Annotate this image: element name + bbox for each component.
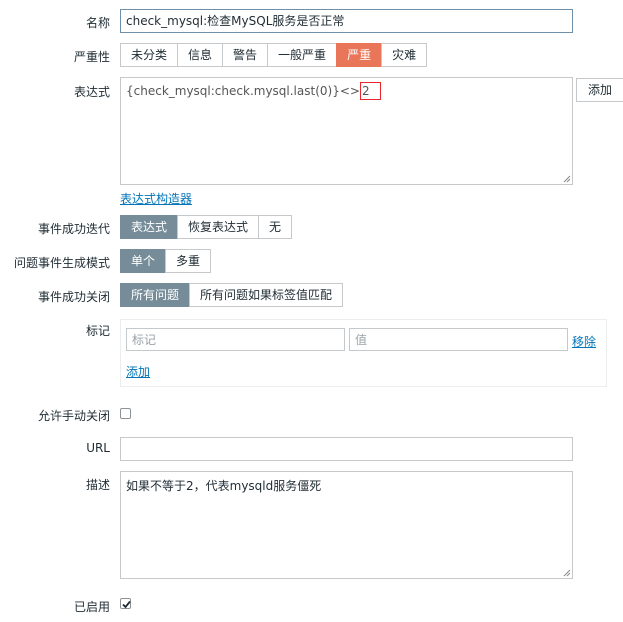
ok-close-tag-match-button[interactable]: 所有问题如果标签值匹配 [189,283,344,307]
severity-high-button[interactable]: 严重 [336,43,383,67]
resize-grip-icon[interactable] [563,175,571,183]
manual-close-label: 允许手动关闭 [37,409,110,423]
problem-mode-selector: 单个 多重 [120,249,212,273]
ok-close-all-problems-button[interactable]: 所有问题 [120,283,191,307]
tag-value-input[interactable]: 值 [349,328,568,351]
ok-close-label: 事件成功关闭 [37,290,110,304]
enabled-label: 已启用 [73,600,110,614]
severity-warning-button[interactable]: 警告 [222,43,269,67]
name-input[interactable]: check_mysql:检查MySQL服务是否正常 [120,9,573,33]
ok-event-label: 事件成功迭代 [37,222,110,236]
resize-grip-icon[interactable] [563,569,571,577]
problem-mode-label: 问题事件生成模式 [13,256,110,270]
severity-not-classified-button[interactable]: 未分类 [120,43,179,67]
tags-panel: 标记 值 移除 添加 [120,319,607,387]
manual-close-checkbox[interactable] [120,408,131,419]
tag-remove-link[interactable]: 移除 [572,333,596,350]
expression-add-button[interactable]: 添加 [576,78,623,102]
tag-add-link[interactable]: 添加 [126,363,150,380]
severity-information-button[interactable]: 信息 [177,43,224,67]
name-label: 名称 [85,16,110,30]
expression-text: {check_mysql:check.mysql.last(0)}<> [126,84,360,98]
problem-mode-multiple-button[interactable]: 多重 [165,249,212,273]
enabled-checkbox[interactable] [120,598,131,609]
problem-mode-single-button[interactable]: 单个 [120,249,167,273]
checkmark-icon [122,600,131,609]
severity-disaster-button[interactable]: 灾难 [381,43,428,67]
url-label: URL [86,441,110,455]
severity-selector: 未分类 信息 警告 一般严重 严重 灾难 [120,43,428,67]
tag-name-input[interactable]: 标记 [126,328,345,351]
description-text: 如果不等于2，代表mysqld服务僵死 [126,479,322,493]
expression-textarea[interactable]: {check_mysql:check.mysql.last(0)}<> 2 [120,77,573,185]
severity-label: 严重性 [73,50,110,64]
description-label: 描述 [85,478,110,492]
ok-event-none-button[interactable]: 无 [258,215,293,239]
ok-event-recovery-expression-button[interactable]: 恢复表达式 [177,215,260,239]
description-textarea[interactable]: 如果不等于2，代表mysqld服务僵死 [120,471,573,579]
url-input[interactable] [120,437,573,461]
expression-highlight: 2 [359,82,381,100]
ok-event-expression-button[interactable]: 表达式 [120,215,179,239]
expression-label: 表达式 [73,85,110,99]
ok-close-selector: 所有问题 所有问题如果标签值匹配 [120,283,344,307]
ok-event-selector: 表达式 恢复表达式 无 [120,215,293,239]
expression-constructor-link[interactable]: 表达式构造器 [120,190,192,207]
severity-average-button[interactable]: 一般严重 [267,43,338,67]
tags-label: 标记 [85,324,110,338]
